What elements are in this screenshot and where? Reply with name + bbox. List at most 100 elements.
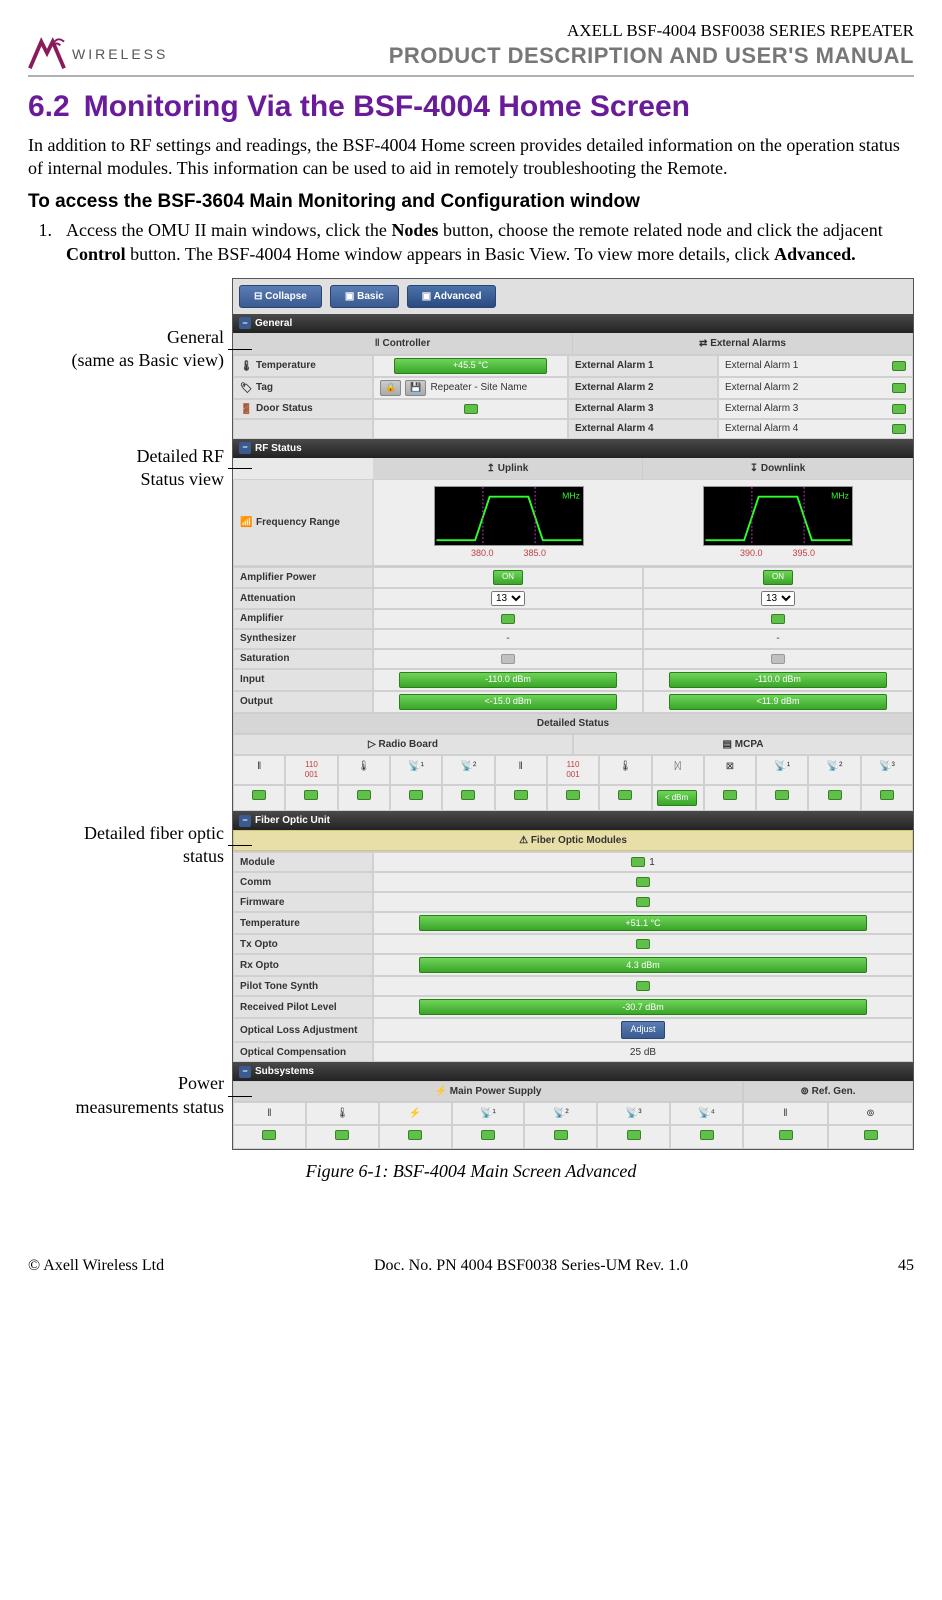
view-tabs: ⊟ Collapse ▣ Basic ▣ Advanced	[233, 279, 913, 314]
amp-power-ul[interactable]: ON	[373, 567, 643, 587]
tag-value: 🔒 💾 Repeater - Site Name	[373, 377, 568, 399]
svg-text:MHz: MHz	[562, 490, 580, 500]
ea4-label: External Alarm 4	[568, 419, 718, 439]
step-number: 1.	[28, 219, 52, 266]
controller-head: ‖ Controller	[233, 333, 573, 354]
header-product-line: AXELL BSF-4004 BSF0038 SERIES REPEATER	[389, 20, 914, 42]
att-dl[interactable]: 13	[643, 588, 913, 609]
uplink-head: ↥ Uplink	[373, 458, 643, 479]
logo-mark-icon	[28, 37, 66, 71]
svg-text:MHz: MHz	[831, 490, 849, 500]
detailed-icons-row: ‖110001🌡📡¹📡² ‖110001🌡ᛞ⊠📡¹📡²📡³	[233, 755, 913, 786]
collapse-icon[interactable]: −	[239, 815, 251, 827]
comm-label: Comm	[233, 872, 373, 892]
subhead: To access the BSF-3604 Main Monitoring a…	[28, 190, 914, 215]
ea4-value: External Alarm 4	[718, 419, 913, 439]
status-dot-icon	[892, 404, 906, 414]
status-dot-icon	[892, 361, 906, 371]
ea2-label: External Alarm 2	[568, 377, 718, 399]
collapse-icon[interactable]: −	[239, 1066, 251, 1078]
status-dot-icon	[771, 614, 785, 624]
ea2-value: External Alarm 2	[718, 377, 913, 399]
input-label: Input	[233, 669, 373, 691]
ea1-label: External Alarm 1	[568, 355, 718, 377]
screenshot-panel: ⊟ Collapse ▣ Basic ▣ Advanced − General …	[232, 278, 914, 1150]
sat-label: Saturation	[233, 649, 373, 669]
section-title-text: Monitoring Via the BSF-4004 Home Screen	[84, 90, 690, 123]
fiber-temp-label: Temperature	[233, 912, 373, 934]
att-ul[interactable]: 13	[373, 588, 643, 609]
subsystems-band[interactable]: − Subsystems	[233, 1062, 913, 1081]
range-icon: 📶	[240, 516, 252, 528]
status-dot-icon	[771, 654, 785, 664]
status-dot-icon	[501, 614, 515, 624]
lock-icon[interactable]: 🔒	[380, 380, 401, 396]
freq-label: 📶Frequency Range	[233, 479, 373, 567]
step-body: Access the OMU II main windows, click th…	[66, 219, 914, 266]
header-manual-line: PRODUCT DESCRIPTION AND USER'S MANUAL	[389, 42, 914, 71]
mcpa-head: ▤ MCPA	[573, 734, 913, 755]
uplink-plot: MHz 380.0385.0	[374, 480, 643, 566]
adjust-button[interactable]: Adjust	[373, 1018, 913, 1042]
fiber-modules-head: ⚠ Fiber Optic Modules	[233, 830, 913, 851]
ea3-label: External Alarm 3	[568, 399, 718, 419]
detailed-dots-row: < dBm	[233, 785, 913, 811]
label-power: Power measurements status	[28, 1072, 224, 1119]
radio-board-head: ▷ Radio Board	[233, 734, 573, 755]
synth-label: Synthesizer	[233, 629, 373, 649]
opt-loss-label: Optical Loss Adjustment	[233, 1018, 373, 1042]
page-header: WIRELESS AXELL BSF-4004 BSF0038 SERIES R…	[28, 20, 914, 77]
status-dot-icon	[501, 654, 515, 664]
status-dot-icon	[636, 877, 650, 887]
thermometer-icon: 🌡	[240, 360, 252, 372]
main-ps-head: ⚡ Main Power Supply	[233, 1081, 743, 1102]
logo-text: WIRELESS	[72, 45, 168, 63]
ea3-value: External Alarm 3	[718, 399, 913, 419]
att-label: Attenuation	[233, 588, 373, 609]
footer-copyright: © Axell Wireless Ltd	[28, 1256, 164, 1277]
label-rf: Detailed RF Status view	[28, 445, 224, 492]
rx-opto-label: Rx Opto	[233, 954, 373, 976]
status-dot-icon	[464, 404, 478, 414]
temperature-label: 🌡Temperature	[233, 355, 373, 377]
fiber-band[interactable]: − Fiber Optic Unit	[233, 811, 913, 830]
detailed-status-head: Detailed Status	[233, 713, 913, 734]
ref-gen-head: ⊚ Ref. Gen.	[743, 1081, 913, 1102]
recv-pilot-label: Received Pilot Level	[233, 996, 373, 1018]
label-general: General (same as Basic view)	[28, 326, 224, 373]
basic-tab[interactable]: ▣ Basic	[330, 285, 399, 308]
general-band[interactable]: − General	[233, 314, 913, 333]
status-dot-icon	[892, 424, 906, 434]
save-icon[interactable]: 💾	[405, 380, 426, 396]
intro-paragraph: In addition to RF settings and readings,…	[28, 134, 914, 181]
advanced-tab[interactable]: ▣ Advanced	[407, 285, 497, 308]
section-number: 6.2	[28, 90, 70, 123]
status-dot-icon	[636, 939, 650, 949]
logo: WIRELESS	[28, 37, 168, 71]
temperature-value: +45.5 °C	[373, 355, 568, 377]
opt-comp-value: 25 dB	[373, 1042, 913, 1062]
ea1-value: External Alarm 1	[718, 355, 913, 377]
collapse-icon[interactable]: −	[239, 317, 251, 329]
tag-label: 🏷Tag	[233, 377, 373, 399]
opt-comp-label: Optical Compensation	[233, 1042, 373, 1062]
rf-band[interactable]: − RF Status	[233, 439, 913, 458]
step-1: 1. Access the OMU II main windows, click…	[28, 219, 914, 266]
status-dot-icon	[636, 897, 650, 907]
collapse-icon[interactable]: −	[239, 442, 251, 454]
downlink-head: ↧ Downlink	[643, 458, 913, 479]
page-footer: © Axell Wireless Ltd Doc. No. PN 4004 BS…	[28, 1254, 914, 1277]
output-label: Output	[233, 691, 373, 713]
header-right: AXELL BSF-4004 BSF0038 SERIES REPEATER P…	[389, 20, 914, 71]
module-value: 1	[373, 852, 913, 872]
collapse-tab[interactable]: ⊟ Collapse	[239, 285, 322, 308]
door-label: 🚪Door Status	[233, 399, 373, 419]
diagram: General (same as Basic view) Detailed RF…	[28, 278, 914, 1150]
amp-power-dl[interactable]: ON	[643, 567, 913, 587]
footer-docno: Doc. No. PN 4004 BSF0038 Series-UM Rev. …	[374, 1256, 688, 1277]
door-value	[373, 399, 568, 419]
amp-power-label: Amplifier Power	[233, 567, 373, 587]
door-icon: 🚪	[240, 403, 252, 415]
status-dot-icon	[892, 383, 906, 393]
status-dot-icon	[636, 981, 650, 991]
